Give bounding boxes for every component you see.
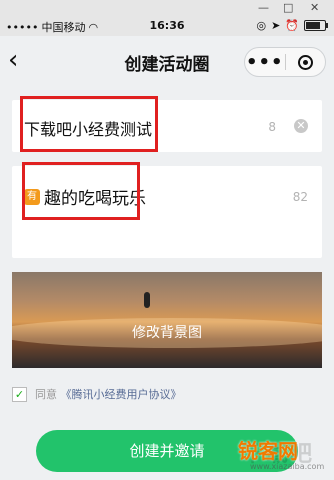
annotation-box xyxy=(22,162,140,220)
clear-icon[interactable]: ✕ xyxy=(294,119,308,133)
more-icon[interactable]: ••• xyxy=(245,52,285,73)
window-controls: — □ ✕ xyxy=(0,0,334,16)
minimize-icon[interactable]: — xyxy=(258,1,269,15)
agreement-row: ✓ 同意 《腾讯小经费用户协议》 xyxy=(12,386,182,402)
watermark-url: www.xiazaiba.com xyxy=(250,462,325,471)
annotation-box xyxy=(20,96,158,152)
lock-rotation-icon: ◎ xyxy=(256,19,267,32)
close-circle-icon xyxy=(297,54,313,70)
agreement-checkbox[interactable]: ✓ xyxy=(12,386,27,402)
nav-bar: ‹ 创建活动圈 ••• xyxy=(0,36,334,86)
alarm-icon: ⏰ xyxy=(285,19,299,32)
status-bar: ••••• 中国移动 ◠ 16:36 ◎ ➤ ⏰ xyxy=(0,16,334,36)
change-background-label: 修改背景图 xyxy=(132,325,202,341)
close-window-icon[interactable]: ✕ xyxy=(310,1,319,15)
surfer-figure xyxy=(144,292,150,308)
close-miniprogram-button[interactable] xyxy=(286,54,326,70)
background-image-banner[interactable]: 修改背景图 xyxy=(12,272,322,368)
watermark-brand: 锐客网 xyxy=(238,439,298,463)
name-remaining-count: 8 xyxy=(268,120,276,134)
description-remaining-count: 82 xyxy=(292,190,308,204)
miniprogram-capsule: ••• xyxy=(244,47,326,77)
maximize-icon[interactable]: □ xyxy=(283,1,293,15)
agreement-prefix: 同意 xyxy=(35,388,57,401)
battery-icon xyxy=(304,20,328,31)
location-icon: ➤ xyxy=(271,19,281,32)
agreement-link[interactable]: 《腾讯小经费用户协议》 xyxy=(61,388,182,401)
